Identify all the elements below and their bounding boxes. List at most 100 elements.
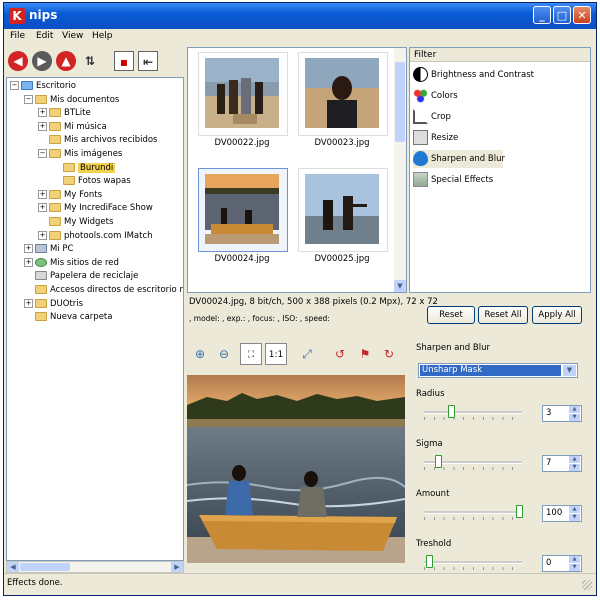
expand-icon[interactable]: + bbox=[38, 230, 47, 240]
method-select[interactable]: Unsharp Mask ▼ bbox=[418, 363, 578, 378]
title-bar[interactable]: K nips _ □ ✕ bbox=[4, 3, 596, 29]
rotate-right-icon[interactable]: ↻ bbox=[378, 343, 400, 365]
menu-view[interactable]: View bbox=[62, 31, 83, 41]
folder-tree[interactable]: − Escritorio − Mis documentos + BTLite + Mi mús… bbox=[6, 77, 184, 561]
collapse-icon[interactable]: − bbox=[38, 149, 47, 158]
stepper-up-icon[interactable]: ▲ bbox=[569, 556, 580, 563]
menu-help[interactable]: Help bbox=[92, 31, 113, 41]
expand-icon[interactable]: + bbox=[24, 257, 33, 267]
param-stepper[interactable]: 7 ▲ ▼ bbox=[542, 455, 582, 472]
flag-icon[interactable]: ⚑ bbox=[354, 343, 376, 365]
folder-icon bbox=[63, 162, 75, 172]
tree-item[interactable]: My Widgets bbox=[38, 216, 113, 228]
expand-icon[interactable]: + bbox=[24, 244, 33, 254]
tree-item[interactable]: + BTLite bbox=[38, 107, 91, 119]
rotate-left-icon[interactable]: ↺ bbox=[329, 343, 351, 365]
expand-icon[interactable]: + bbox=[38, 203, 47, 213]
single-view-icon[interactable]: ▪ bbox=[114, 51, 134, 71]
scroll-right-icon[interactable]: ▶ bbox=[171, 562, 183, 572]
fit-window-icon[interactable]: ⛶ bbox=[240, 343, 262, 365]
stepper-down-icon[interactable]: ▼ bbox=[569, 414, 580, 421]
filter-special-effects[interactable]: Special Effects bbox=[413, 171, 493, 189]
chevron-down-icon[interactable]: ▼ bbox=[563, 365, 576, 376]
stepper-down-icon[interactable]: ▼ bbox=[569, 564, 580, 571]
param-slider-knob[interactable] bbox=[516, 505, 524, 518]
zoom-out-icon[interactable]: ⊖ bbox=[213, 343, 235, 365]
minimize-button[interactable]: _ bbox=[533, 6, 551, 24]
param-stepper[interactable]: 0 ▲ ▼ bbox=[542, 555, 582, 572]
tree-item[interactable]: + My IncrediFace Show bbox=[38, 202, 153, 214]
tree-item[interactable]: Papelera de reciclaje bbox=[24, 270, 138, 282]
filter-sharpen-blur[interactable]: Sharpen and Blur bbox=[413, 150, 505, 168]
scroll-left-icon[interactable]: ◀ bbox=[7, 562, 19, 572]
thumbnail-dv00025[interactable] bbox=[298, 168, 388, 252]
stepper-up-icon[interactable]: ▲ bbox=[569, 456, 580, 463]
tree-item[interactable]: − Mis imágenes bbox=[38, 148, 122, 160]
reset-button[interactable]: Reset bbox=[427, 306, 475, 324]
refresh-icon[interactable]: ⇅ bbox=[80, 51, 100, 71]
expand-icon[interactable]: + bbox=[24, 298, 33, 308]
scroll-down-icon[interactable]: ▼ bbox=[394, 280, 406, 292]
thumbnail-scrollbar[interactable]: ▼ bbox=[394, 48, 406, 292]
collapse-icon[interactable]: − bbox=[10, 81, 19, 90]
crop-icon bbox=[413, 109, 428, 124]
tree-item[interactable]: + My Fonts bbox=[38, 189, 102, 201]
stepper-down-icon[interactable]: ▼ bbox=[569, 464, 580, 471]
tree-item[interactable]: − Mis documentos bbox=[24, 94, 119, 106]
menu-edit[interactable]: Edit bbox=[36, 31, 53, 41]
stepper-down-icon[interactable]: ▼ bbox=[569, 514, 580, 521]
filter-brightness-contrast[interactable]: Brightness and Contrast bbox=[413, 66, 534, 84]
thumbnail-dv00024[interactable] bbox=[198, 168, 288, 252]
tree-item[interactable]: Mis archivos recibidos bbox=[38, 134, 157, 146]
param-slider-knob[interactable] bbox=[425, 555, 433, 568]
up-icon[interactable]: ▲ bbox=[56, 51, 76, 71]
tree-item[interactable]: + Mi PC bbox=[24, 243, 73, 255]
tree-item[interactable]: Nueva carpeta bbox=[24, 311, 112, 323]
tree-horizontal-scrollbar[interactable]: ◀ ▶ bbox=[6, 561, 184, 573]
collapse-icon[interactable]: − bbox=[24, 94, 33, 104]
param-stepper[interactable]: 100 ▲ ▼ bbox=[542, 505, 582, 522]
tree-item[interactable]: Accesos directos de escritorio no u bbox=[24, 284, 183, 296]
stepper-up-icon[interactable]: ▲ bbox=[569, 406, 580, 413]
maximize-button[interactable]: □ bbox=[553, 6, 571, 24]
tree-item-label: My Widgets bbox=[64, 217, 114, 227]
tree-item[interactable]: + DUOtris bbox=[24, 298, 83, 310]
thumbnail-dv00022[interactable] bbox=[198, 52, 288, 136]
filter-colors[interactable]: Colors bbox=[413, 87, 458, 105]
expand-icon[interactable]: + bbox=[38, 189, 47, 199]
param-slider-track[interactable] bbox=[424, 561, 522, 564]
param-slider-track[interactable] bbox=[424, 511, 522, 514]
menu-file[interactable]: File bbox=[10, 31, 25, 41]
folder-icon bbox=[35, 257, 47, 267]
zoom-in-icon[interactable]: ⊕ bbox=[189, 343, 211, 365]
split-view-icon[interactable]: ⇤ bbox=[138, 51, 158, 71]
close-button[interactable]: ✕ bbox=[573, 6, 591, 24]
reset-all-button[interactable]: Reset All bbox=[478, 306, 528, 324]
param-slider-knob[interactable] bbox=[435, 455, 443, 468]
stepper-up-icon[interactable]: ▲ bbox=[569, 506, 580, 513]
forward-icon[interactable]: ▶ bbox=[32, 51, 52, 71]
expand-icon[interactable]: + bbox=[38, 108, 47, 118]
scroll-thumb[interactable] bbox=[395, 62, 405, 142]
back-icon[interactable]: ◀ bbox=[8, 51, 28, 71]
resize-grip-icon[interactable] bbox=[582, 580, 592, 590]
param-stepper[interactable]: 3 ▲ ▼ bbox=[542, 405, 582, 422]
image-preview[interactable] bbox=[187, 375, 405, 563]
param-slider-track[interactable] bbox=[424, 411, 522, 414]
tree-item[interactable]: Burundi bbox=[52, 162, 116, 174]
tree-item[interactable]: Fotos wapas bbox=[52, 175, 131, 187]
filter-resize[interactable]: Resize bbox=[413, 129, 458, 147]
scroll-thumb[interactable] bbox=[20, 563, 70, 571]
param-slider-knob[interactable] bbox=[447, 405, 455, 418]
filter-crop[interactable]: Crop bbox=[413, 108, 451, 126]
photo-dv00024 bbox=[205, 174, 279, 244]
thumbnail-dv00023[interactable] bbox=[298, 52, 388, 136]
fullscreen-icon[interactable]: ⤢ bbox=[296, 343, 318, 365]
tree-item[interactable]: + Mi música bbox=[38, 121, 107, 133]
expand-icon[interactable]: + bbox=[38, 121, 47, 131]
apply-all-button[interactable]: Apply All bbox=[532, 306, 582, 324]
tree-item[interactable]: + Mis sitios de red bbox=[24, 257, 119, 269]
actual-size-icon[interactable]: 1:1 bbox=[265, 343, 287, 365]
tree-item[interactable]: + photools.com IMatch bbox=[38, 230, 153, 242]
tree-item[interactable]: − Escritorio bbox=[10, 80, 76, 92]
